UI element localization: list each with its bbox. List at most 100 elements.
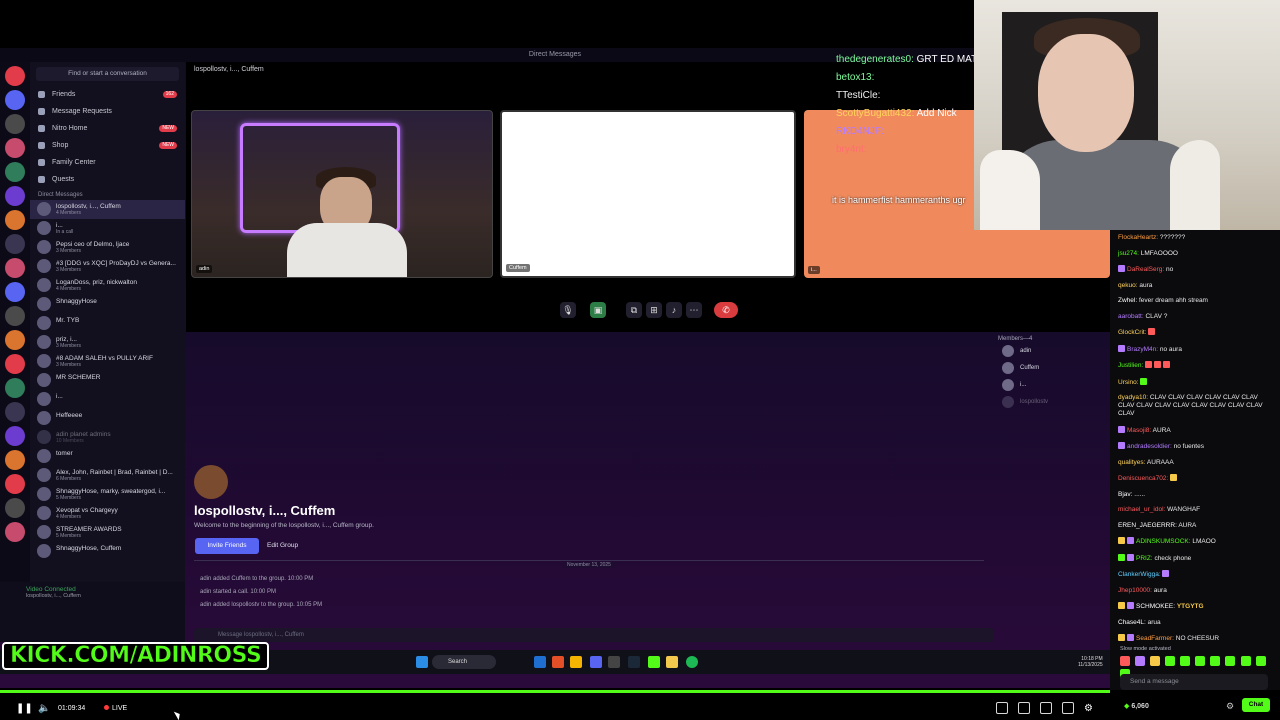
spotify-icon[interactable] bbox=[686, 656, 698, 668]
server-icon[interactable] bbox=[5, 450, 25, 470]
message-input[interactable]: Message lospollostv, i..., Cuffem bbox=[194, 628, 994, 642]
server-icon[interactable] bbox=[5, 234, 25, 254]
emote-icon[interactable] bbox=[1165, 656, 1176, 666]
discord-icon[interactable] bbox=[590, 656, 602, 668]
dm-item[interactable]: ShnaggyHose, Cuffem bbox=[30, 542, 185, 561]
emote-icon[interactable] bbox=[1120, 656, 1130, 666]
nav-message-requests[interactable]: Message Requests bbox=[30, 103, 185, 120]
nav-family-center[interactable]: Family Center bbox=[30, 154, 185, 171]
voice-status-panel: Video Connected lospollostv, i..., Cuffe… bbox=[0, 582, 185, 642]
member-item[interactable]: Cuffem bbox=[998, 362, 1108, 376]
dm-item[interactable]: i... In a call bbox=[30, 219, 185, 238]
dm-item[interactable]: i... bbox=[30, 390, 185, 409]
emote-icon[interactable] bbox=[1225, 656, 1236, 666]
folder-icon[interactable] bbox=[666, 656, 678, 668]
member-item[interactable]: adin bbox=[998, 345, 1108, 359]
dm-item[interactable]: STREAMER AWARDS 5 Members bbox=[30, 523, 185, 542]
theater-icon[interactable] bbox=[1018, 702, 1030, 714]
video-tile-adin[interactable]: adin bbox=[191, 110, 493, 278]
dm-item[interactable]: Alex, John, Rainbet | Brad, Rainbet | D.… bbox=[30, 466, 185, 485]
volume-icon[interactable]: 🔈 bbox=[38, 703, 50, 714]
dm-item[interactable]: #3 [DDG vs XQC] ProDayDJ vs Genera... 3 M… bbox=[30, 257, 185, 276]
steam-icon[interactable] bbox=[628, 656, 640, 668]
emote-icon[interactable] bbox=[1180, 656, 1191, 666]
server-icon[interactable] bbox=[5, 258, 25, 278]
nav-quests[interactable]: Quests bbox=[30, 171, 185, 188]
server-icon[interactable] bbox=[5, 162, 25, 182]
stream-video[interactable]: Direct Messages Find or start a conversa… bbox=[0, 0, 1110, 690]
server-icon[interactable] bbox=[5, 474, 25, 494]
pip-icon[interactable] bbox=[1040, 702, 1052, 714]
nav-nitro-home[interactable]: Nitro Home NEW bbox=[30, 120, 185, 137]
dm-item[interactable]: LoganDoss, priz, nickwalton 4 Members bbox=[30, 276, 185, 295]
chat-send-button[interactable]: Chat bbox=[1242, 698, 1270, 712]
member-item[interactable]: i... bbox=[998, 379, 1108, 393]
edge-icon[interactable] bbox=[534, 656, 546, 668]
dm-item[interactable]: Xevopat vs Chargeyy 4 Members bbox=[30, 504, 185, 523]
emote-icon[interactable] bbox=[1255, 656, 1266, 666]
dm-item[interactable]: Mr. TYB bbox=[30, 314, 185, 333]
server-icon[interactable] bbox=[5, 402, 25, 422]
server-icon[interactable] bbox=[5, 186, 25, 206]
server-icon[interactable] bbox=[5, 522, 25, 542]
friends-badge: 162 bbox=[162, 91, 177, 98]
server-icon[interactable] bbox=[5, 330, 25, 350]
dm-item[interactable]: #8 ADAM SALEH vs PULLY ARIF 3 Members bbox=[30, 352, 185, 371]
dm-item[interactable]: tomer bbox=[30, 447, 185, 466]
soundboard-icon[interactable]: ♪ bbox=[666, 302, 682, 318]
server-icon[interactable] bbox=[5, 282, 25, 302]
edit-group-button[interactable]: Edit Group bbox=[267, 538, 317, 554]
server-icon[interactable] bbox=[5, 306, 25, 326]
screen-share-icon[interactable]: ⧉ bbox=[626, 302, 642, 318]
nav-friends[interactable]: Friends 162 bbox=[30, 86, 185, 103]
mic-icon[interactable]: 🎙 bbox=[560, 302, 576, 318]
clip-icon[interactable] bbox=[996, 702, 1008, 714]
dm-item[interactable]: Pepsi ceo of Delmo, ljace 3 Members bbox=[30, 238, 185, 257]
progress-bar[interactable] bbox=[0, 690, 1110, 693]
server-icon[interactable] bbox=[5, 66, 25, 86]
server-icon[interactable] bbox=[5, 114, 25, 134]
dm-item[interactable]: priz, i... 3 Members bbox=[30, 333, 185, 352]
emote-icon[interactable] bbox=[1195, 656, 1206, 666]
chrome-icon[interactable] bbox=[570, 656, 582, 668]
avatar bbox=[1002, 379, 1014, 391]
emote-icon[interactable] bbox=[1240, 656, 1251, 666]
emote-icon[interactable] bbox=[1135, 656, 1146, 666]
more-icon[interactable]: ⋯ bbox=[686, 302, 702, 318]
chat-message: Justilien: bbox=[1118, 361, 1276, 370]
server-icon[interactable] bbox=[5, 210, 25, 230]
start-icon[interactable] bbox=[416, 656, 428, 668]
video-tile-cuffem[interactable]: Cuffem bbox=[500, 110, 796, 278]
dm-item[interactable]: lospollostv, i..., Cuffem 4 Members bbox=[30, 200, 185, 219]
chrome-icon[interactable] bbox=[552, 656, 564, 668]
fullscreen-icon[interactable] bbox=[1062, 702, 1074, 714]
emote-icon[interactable] bbox=[1150, 656, 1161, 666]
dm-item[interactable]: ShnaggyHose, marky, sweatergod, i... 5 Me… bbox=[30, 485, 185, 504]
member-item[interactable]: lospollostv bbox=[998, 396, 1108, 410]
server-icon[interactable] bbox=[5, 378, 25, 398]
server-icon[interactable] bbox=[5, 138, 25, 158]
kick-icon[interactable] bbox=[648, 656, 660, 668]
activities-icon[interactable]: ⊞ bbox=[646, 302, 662, 318]
server-icon[interactable] bbox=[5, 90, 25, 110]
server-icon[interactable] bbox=[5, 426, 25, 446]
settings-icon[interactable] bbox=[608, 656, 620, 668]
emote-icon[interactable] bbox=[1210, 656, 1221, 666]
dm-item[interactable]: ShnaggyHose bbox=[30, 295, 185, 314]
end-call-icon[interactable]: ✆ bbox=[714, 302, 738, 318]
chat-settings-icon[interactable]: ⚙ bbox=[1226, 701, 1234, 712]
chat-message: FlockaHeartz: ??????? bbox=[1118, 234, 1186, 241]
dm-item[interactable]: Heffeeee bbox=[30, 409, 185, 428]
settings-icon[interactable]: ⚙ bbox=[1084, 703, 1093, 714]
server-icon[interactable] bbox=[5, 354, 25, 374]
dm-item[interactable]: adin planet admins 10 Members bbox=[30, 428, 185, 447]
camera-icon[interactable]: ▣ bbox=[590, 302, 606, 318]
chat-input[interactable]: Send a message bbox=[1120, 674, 1268, 690]
taskbar-search[interactable]: Search bbox=[432, 655, 496, 669]
invite-friends-button[interactable]: Invite Friends bbox=[195, 538, 259, 554]
server-icon[interactable] bbox=[5, 498, 25, 518]
dm-search-input[interactable]: Find or start a conversation bbox=[36, 67, 179, 81]
nav-shop[interactable]: Shop NEW bbox=[30, 137, 185, 154]
pause-icon[interactable]: ❚❚ bbox=[16, 703, 33, 714]
dm-item[interactable]: MR SCHEMER bbox=[30, 371, 185, 390]
